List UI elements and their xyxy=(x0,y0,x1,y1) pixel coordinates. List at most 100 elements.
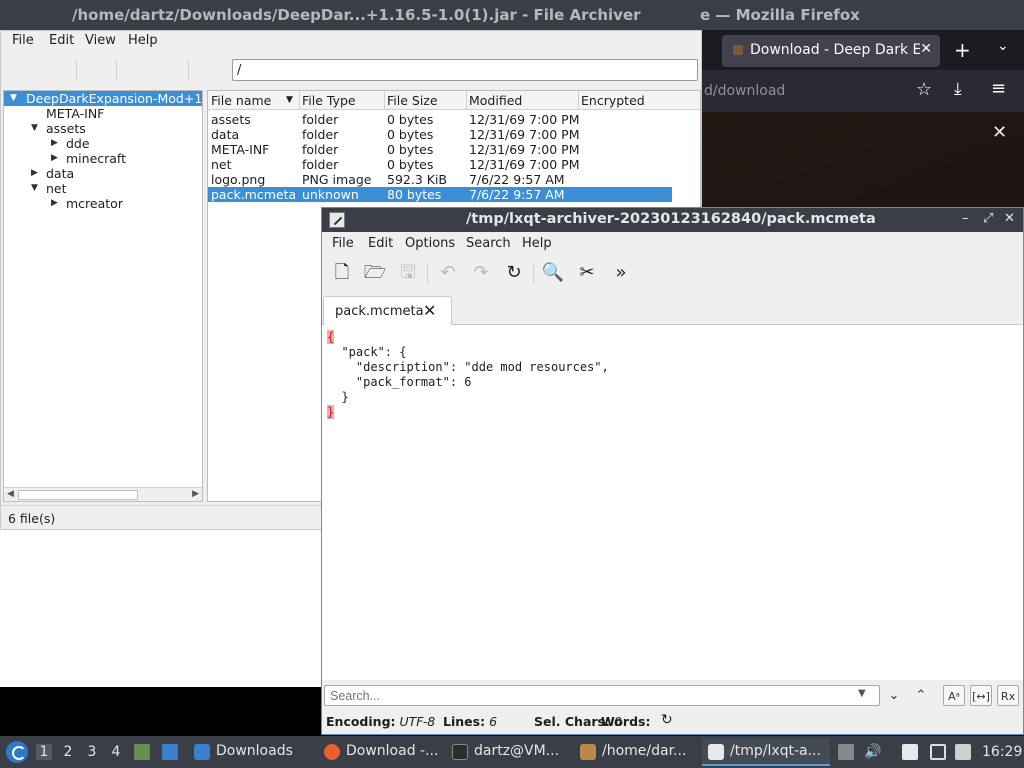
expand-arrow-icon[interactable]: ▶ xyxy=(31,168,38,178)
expand-arrow-icon[interactable]: ▶ xyxy=(51,138,58,148)
tab-close-icon[interactable]: ✕ xyxy=(423,301,436,320)
tree-item-net[interactable]: ▼ net xyxy=(4,181,202,196)
tree-item-minecraft[interactable]: ▶ minecraft xyxy=(4,151,202,166)
start-menu-icon[interactable] xyxy=(6,741,28,763)
task-downloads[interactable]: Downloads xyxy=(188,738,308,766)
notes-icon[interactable] xyxy=(902,744,918,760)
firefox-window-title: e — Mozilla Firefox xyxy=(700,6,860,24)
volume-icon[interactable]: 🔊 xyxy=(864,744,881,760)
find-previous-button[interactable]: ⌃ xyxy=(910,685,932,706)
menu-help[interactable]: Help xyxy=(128,33,158,48)
search-input[interactable] xyxy=(324,685,880,706)
menu-edit[interactable]: Edit xyxy=(368,236,393,251)
desktop-4[interactable]: 4 xyxy=(108,744,124,760)
expand-arrow-icon[interactable]: ▼ xyxy=(31,123,38,133)
menu-view[interactable]: View xyxy=(85,33,116,48)
more-icon[interactable]: » xyxy=(609,262,633,284)
editor-search-bar: ▼ ⌄ ⌃ Aᵃ [↔] Rx xyxy=(322,682,1023,710)
menu-edit[interactable]: Edit xyxy=(49,33,74,48)
scroll-left-icon[interactable]: ◀ xyxy=(7,489,14,499)
column-header-file-size[interactable]: File Size xyxy=(387,93,438,108)
whole-word-button[interactable]: [↔] xyxy=(970,685,992,706)
location-input[interactable]: / xyxy=(232,59,698,81)
table-row-selected[interactable]: pack.mcmeta unknown 80 bytes 7/6/22 9:57… xyxy=(208,187,672,202)
network-icon[interactable] xyxy=(955,744,971,760)
menu-search[interactable]: Search xyxy=(466,236,511,251)
hamburger-menu-icon[interactable]: ≡ xyxy=(991,78,1006,99)
table-row[interactable]: net folder 0 bytes 12/31/69 7:00 PM xyxy=(208,157,672,172)
tree-item-dde[interactable]: ▶ dde xyxy=(4,136,202,151)
tree-item-label: META-INF xyxy=(46,106,105,121)
expand-arrow-icon[interactable]: ▼ xyxy=(10,93,17,103)
expand-arrow-icon[interactable]: ▼ xyxy=(31,183,38,193)
table-row[interactable]: logo.png PNG image 592.3 KiB 7/6/22 9:57… xyxy=(208,172,672,187)
downloads-icon[interactable]: ⤓ xyxy=(954,79,962,99)
show-desktop-icon[interactable] xyxy=(162,744,178,760)
task-terminal[interactable]: dartz@VM... xyxy=(446,738,570,766)
folder-tree[interactable]: ▼ DeepDarkExpansion-Mod+1. META-INF ▼ as… xyxy=(3,90,203,502)
close-button[interactable]: ✕ xyxy=(1004,211,1015,226)
table-row[interactable]: data folder 0 bytes 12/31/69 7:00 PM xyxy=(208,127,672,142)
new-file-icon[interactable]: 🗋 xyxy=(330,262,354,284)
column-header-modified[interactable]: Modified xyxy=(469,93,522,108)
column-header-file-name[interactable]: File name xyxy=(211,93,271,108)
editor-window-title: /tmp/lxqt-archiver-20230123162840/pack.m… xyxy=(466,211,876,227)
menu-options[interactable]: Options xyxy=(405,236,455,251)
editor-text-area[interactable]: { "pack": { "description": "dde mod reso… xyxy=(322,325,1023,680)
firefox-tab[interactable]: Download - Deep Dark E ✕ xyxy=(722,35,940,67)
scrollbar-thumb[interactable] xyxy=(18,490,138,500)
url-bar[interactable]: d/download xyxy=(704,83,785,99)
scroll-right-icon[interactable]: ▶ xyxy=(192,489,199,499)
table-row[interactable]: assets folder 0 bytes 12/31/69 7:00 PM xyxy=(208,112,672,127)
words-label: Words: xyxy=(601,714,651,729)
desktop-3[interactable]: 3 xyxy=(84,744,100,760)
tab-close-icon[interactable]: ✕ xyxy=(920,41,932,57)
column-header-encrypted[interactable]: Encrypted xyxy=(581,93,645,108)
match-case-button[interactable]: Aᵃ xyxy=(943,685,965,706)
tree-item-mcreator[interactable]: ▶ mcreator xyxy=(4,196,202,211)
new-tab-button[interactable]: + xyxy=(954,38,971,62)
editor-title-bar[interactable]: /tmp/lxqt-archiver-20230123162840/pack.m… xyxy=(322,208,1023,232)
close-icon[interactable]: ✕ xyxy=(992,122,1007,143)
column-divider xyxy=(578,91,579,110)
tree-horizontal-scrollbar[interactable]: ◀ ▶ xyxy=(4,487,202,501)
menu-file[interactable]: File xyxy=(12,33,34,48)
screen-icon[interactable] xyxy=(930,744,946,760)
task-editor[interactable]: /tmp/lxqt-a... xyxy=(702,738,830,766)
undo-icon[interactable]: ↶ xyxy=(436,262,460,284)
open-folder-icon[interactable]: 🗁 xyxy=(363,262,387,284)
find-icon[interactable]: 🔍 xyxy=(541,262,565,284)
find-next-button[interactable]: ⌄ xyxy=(883,685,905,706)
menu-help[interactable]: Help xyxy=(522,236,552,251)
bookmark-star-icon[interactable]: ☆ xyxy=(916,79,932,100)
menu-file[interactable]: File xyxy=(332,236,354,251)
replace-icon[interactable]: ✂ xyxy=(575,262,599,284)
desktop-2[interactable]: 2 xyxy=(60,744,76,760)
save-icon[interactable]: 🖫 xyxy=(396,262,420,284)
tree-item-assets[interactable]: ▼ assets xyxy=(4,121,202,136)
table-row[interactable]: META-INF folder 0 bytes 12/31/69 7:00 PM xyxy=(208,142,672,157)
expand-arrow-icon[interactable]: ▶ xyxy=(51,198,58,208)
minimize-button[interactable]: – xyxy=(962,211,969,226)
tree-item-data[interactable]: ▶ data xyxy=(4,166,202,181)
task-firefox[interactable]: Download -... xyxy=(318,738,442,766)
text-editor-window: /tmp/lxqt-archiver-20230123162840/pack.m… xyxy=(321,207,1024,735)
clipboard-icon[interactable] xyxy=(838,744,854,760)
regex-button[interactable]: Rx xyxy=(997,685,1019,706)
search-history-dropdown-icon[interactable]: ▼ xyxy=(858,688,866,699)
task-archiver[interactable]: /home/dar... xyxy=(574,738,698,766)
tree-item-root[interactable]: ▼ DeepDarkExpansion-Mod+1. xyxy=(4,91,202,106)
cell-file-size: 0 bytes xyxy=(387,142,434,157)
list-tabs-button[interactable]: ⌄ xyxy=(997,38,1009,54)
cell-file-size: 0 bytes xyxy=(387,157,434,172)
tab-pack-mcmeta[interactable]: pack.mcmeta ✕ xyxy=(323,296,452,326)
column-header-file-type[interactable]: File Type xyxy=(302,93,356,108)
redo-icon[interactable]: ↷ xyxy=(469,262,493,284)
cell-modified: 12/31/69 7:00 PM xyxy=(469,112,580,127)
desktop-1[interactable]: 1 xyxy=(36,744,52,760)
reload-icon[interactable]: ↻ xyxy=(502,262,526,284)
expand-arrow-icon[interactable]: ▶ xyxy=(51,153,58,163)
file-manager-launcher-icon[interactable] xyxy=(134,744,150,760)
refresh-word-count-icon[interactable]: ↻ xyxy=(661,712,673,728)
maximize-button[interactable]: ⤢ xyxy=(983,211,993,226)
